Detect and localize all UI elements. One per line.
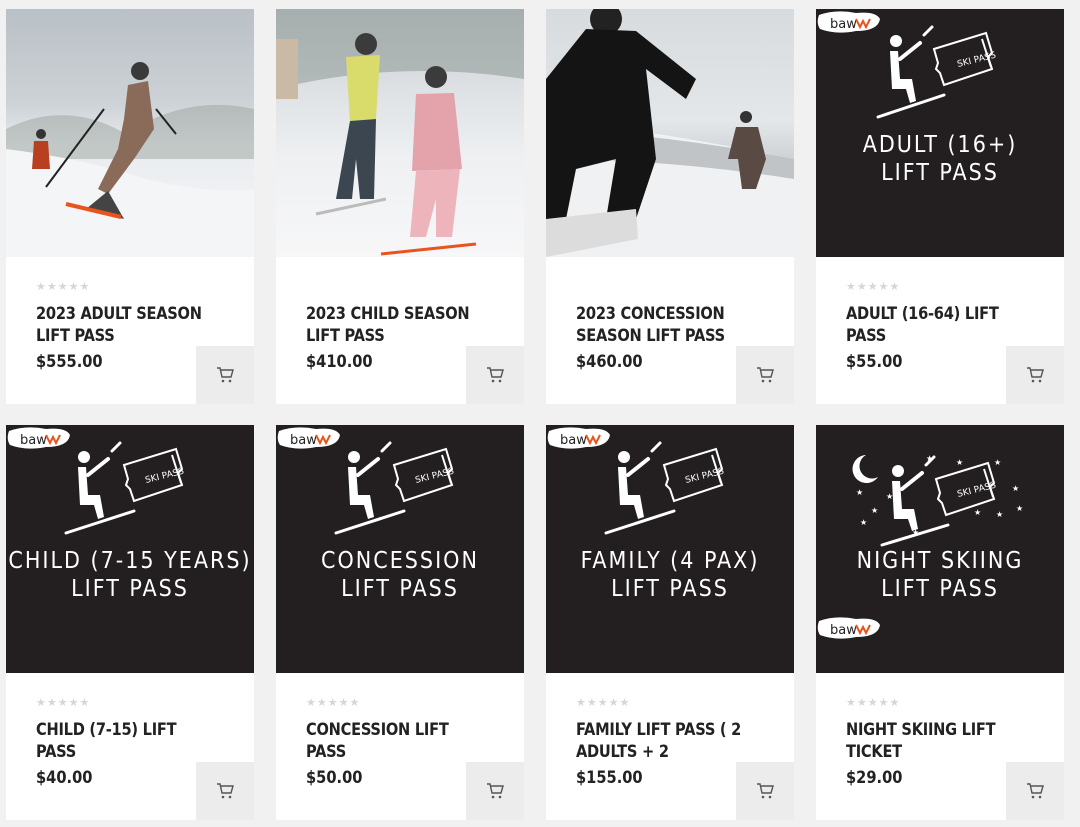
- add-to-cart-button[interactable]: [196, 762, 254, 820]
- product-card[interactable]: SKI PASS CONCESSION LIFT PASS baw ★★★★★ …: [276, 425, 524, 820]
- cart-icon: [217, 783, 234, 799]
- svg-text:★: ★: [974, 508, 981, 517]
- add-to-cart-button[interactable]: [466, 346, 524, 404]
- product-card[interactable]: ★ ★ ★ ★ ★ ★ ★ ★ ★ ★ ★ ★ SKI PASS NIGHT S…: [816, 425, 1064, 820]
- svg-text:★: ★: [871, 506, 878, 515]
- product-price: $40.00: [36, 768, 93, 788]
- pass-graphic-text: NIGHT SKIING LIFT PASS: [856, 548, 1024, 602]
- svg-text:★: ★: [886, 492, 893, 501]
- star-rating: ★★★★★: [846, 696, 901, 709]
- product-price: $29.00: [846, 768, 903, 788]
- star-rating: ★★★★★: [576, 696, 631, 709]
- star-rating: ★★★★★: [306, 696, 361, 709]
- star-rating: ★★★★★: [846, 280, 901, 293]
- svg-text:baw: baw: [830, 17, 857, 32]
- cart-icon: [757, 367, 774, 383]
- product-image-adult-season[interactable]: [6, 9, 254, 257]
- add-to-cart-button[interactable]: [736, 346, 794, 404]
- product-image-adult-pass[interactable]: SKI PASS ADULT (16+) LIFT PASS baw: [816, 9, 1064, 257]
- baw-logo: baw: [547, 427, 610, 449]
- product-title[interactable]: NIGHT SKIING LIFT TICKET: [846, 719, 1018, 763]
- product-card[interactable]: ★★★★★ 2023 ADULT SEASON LIFT PASS $555.0…: [6, 9, 254, 404]
- svg-text:★: ★: [996, 510, 1003, 519]
- product-title[interactable]: 2023 CONCESSION SEASON LIFT PASS: [576, 303, 748, 347]
- product-price: $410.00: [306, 352, 373, 372]
- ticket-label: SKI PASS: [414, 467, 455, 486]
- product-price: $460.00: [576, 352, 643, 372]
- product-title[interactable]: CHILD (7-15) LIFT PASS: [36, 719, 208, 763]
- product-image-concession-season[interactable]: [546, 9, 794, 257]
- product-title[interactable]: ADULT (16-64) LIFT PASS: [846, 303, 1018, 347]
- svg-text:baw: baw: [830, 623, 857, 638]
- product-grid: ★★★★★ 2023 ADULT SEASON LIFT PASS $555.0…: [6, 9, 1064, 820]
- add-to-cart-button[interactable]: [736, 762, 794, 820]
- product-title[interactable]: CONCESSION LIFT PASS: [306, 719, 478, 763]
- svg-text:★: ★: [856, 488, 863, 497]
- product-price: $50.00: [306, 768, 363, 788]
- product-price: $55.00: [846, 352, 903, 372]
- svg-text:baw: baw: [290, 433, 317, 448]
- product-image-night-pass[interactable]: ★ ★ ★ ★ ★ ★ ★ ★ ★ ★ ★ ★ SKI PASS NIGHT S…: [816, 425, 1064, 673]
- baw-logo: baw: [7, 427, 70, 449]
- product-title[interactable]: 2023 CHILD SEASON LIFT PASS: [306, 303, 478, 347]
- pass-graphic-text: ADULT (16+) LIFT PASS: [862, 132, 1018, 186]
- moon-icon: [852, 455, 878, 483]
- cart-icon: [1027, 783, 1044, 799]
- pass-graphic-text: CONCESSION LIFT PASS: [321, 548, 479, 602]
- ticket-label: SKI PASS: [956, 481, 997, 500]
- cart-icon: [487, 367, 504, 383]
- product-card[interactable]: 2023 CONCESSION SEASON LIFT PASS $460.00: [546, 9, 794, 404]
- svg-text:★: ★: [994, 458, 1001, 467]
- cart-icon: [487, 783, 504, 799]
- product-image-child-pass[interactable]: SKI PASS CHILD (7-15 YEARS) LIFT PASS ba…: [6, 425, 254, 673]
- cart-icon: [1027, 367, 1044, 383]
- svg-text:★: ★: [860, 518, 867, 527]
- product-image-concession-pass[interactable]: SKI PASS CONCESSION LIFT PASS baw: [276, 425, 524, 673]
- product-title[interactable]: 2023 ADULT SEASON LIFT PASS: [36, 303, 208, 347]
- add-to-cart-button[interactable]: [1006, 762, 1064, 820]
- ticket-label: SKI PASS: [144, 467, 185, 486]
- product-card[interactable]: 2023 CHILD SEASON LIFT PASS $410.00: [276, 9, 524, 404]
- ticket-label: SKI PASS: [684, 467, 725, 486]
- svg-text:baw: baw: [20, 433, 47, 448]
- product-price: $555.00: [36, 352, 103, 372]
- product-image-child-season[interactable]: [276, 9, 524, 257]
- svg-text:★: ★: [1012, 484, 1019, 493]
- svg-text:★: ★: [956, 458, 963, 467]
- product-card[interactable]: SKI PASS CHILD (7-15 YEARS) LIFT PASS ba…: [6, 425, 254, 820]
- product-card[interactable]: SKI PASS FAMILY (4 PAX) LIFT PASS baw ★★…: [546, 425, 794, 820]
- product-price: $155.00: [576, 768, 643, 788]
- baw-logo: baw: [817, 11, 880, 33]
- pass-graphic-text: FAMILY (4 PAX) LIFT PASS: [580, 548, 760, 602]
- product-title[interactable]: FAMILY LIFT PASS ( 2 ADULTS + 2: [576, 719, 748, 763]
- pass-graphic-text: CHILD (7-15 YEARS) LIFT PASS: [8, 548, 252, 602]
- baw-logo: baw: [277, 427, 340, 449]
- add-to-cart-button[interactable]: [196, 346, 254, 404]
- product-image-family-pass[interactable]: SKI PASS FAMILY (4 PAX) LIFT PASS baw: [546, 425, 794, 673]
- baw-logo: baw: [817, 617, 880, 639]
- star-rating: ★★★★★: [36, 280, 91, 293]
- add-to-cart-button[interactable]: [466, 762, 524, 820]
- cart-icon: [217, 367, 234, 383]
- cart-icon: [757, 783, 774, 799]
- star-rating: ★★★★★: [36, 696, 91, 709]
- product-card[interactable]: SKI PASS ADULT (16+) LIFT PASS baw ★★★★★…: [816, 9, 1064, 404]
- svg-text:★: ★: [1016, 504, 1023, 513]
- svg-text:baw: baw: [560, 433, 587, 448]
- add-to-cart-button[interactable]: [1006, 346, 1064, 404]
